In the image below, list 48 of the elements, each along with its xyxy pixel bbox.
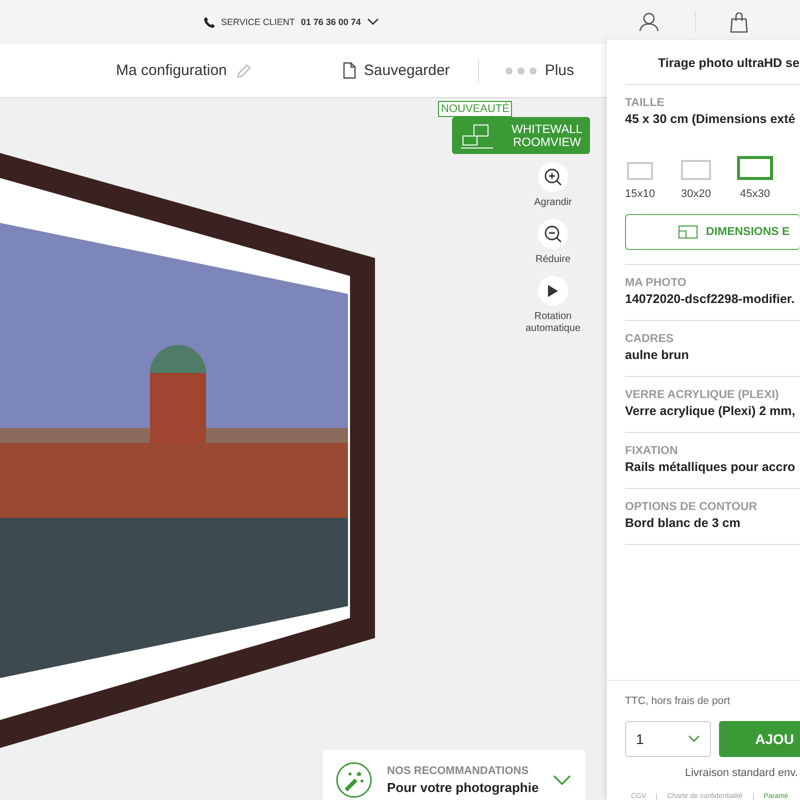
add-to-cart-button[interactable]: AJOU — [719, 721, 800, 757]
play-icon — [548, 285, 558, 297]
document-icon — [342, 62, 356, 79]
section-label: CADRES — [625, 333, 675, 345]
quantity-select[interactable]: 1 — [625, 721, 712, 757]
more-button[interactable]: Plus — [504, 62, 574, 79]
zoom-out-icon — [544, 225, 562, 243]
chevron-down-icon[interactable] — [366, 18, 379, 26]
recommendations-title: NOS RECOMMANDATIONS — [387, 765, 530, 777]
chevron-down-icon — [688, 735, 700, 743]
section-value: Rails métalliques pour accro — [625, 460, 796, 474]
service-label: SERVICE CLIENT — [221, 17, 295, 27]
new-badge: NOUVEAUTÉ — [438, 101, 512, 117]
dimensions-icon — [678, 225, 698, 239]
price-note: TTC, hors frais de port — [625, 695, 732, 707]
section-value: Bord blanc de 3 cm — [625, 516, 742, 530]
zoom-in-button[interactable] — [538, 162, 568, 192]
section-label: TAILLE — [625, 97, 666, 109]
product-title: Tirage photo ultraHD se — [625, 40, 800, 85]
magic-wand-icon — [335, 761, 373, 799]
section-label: VERRE ACRYLIQUE (PLEXI) — [625, 389, 780, 401]
section-value: 45 x 30 cm (Dimensions exté — [625, 112, 796, 126]
room-icon — [460, 122, 494, 148]
play-button[interactable] — [538, 276, 568, 306]
custom-size-button[interactable]: DIMENSIONS E — [625, 214, 800, 250]
control-label: Rotation automatique — [524, 311, 582, 335]
section-label: MA PHOTO — [625, 277, 688, 289]
save-button[interactable]: Sauvegarder — [342, 62, 450, 79]
delivery-note: Livraison standard env. — [685, 767, 799, 779]
dots-icon — [504, 66, 537, 74]
section-label: FIXATION — [625, 445, 679, 457]
section-label: OPTIONS DE CONTOUR — [625, 501, 758, 513]
service-phone: 01 76 36 00 74 — [300, 17, 361, 27]
section-value: aulne brun — [625, 348, 690, 362]
recommendations-card[interactable]: NOS RECOMMANDATIONS Pour votre photographie — [323, 750, 585, 800]
roomview-button[interactable]: WHITEWALL ROOMVIEW — [452, 117, 590, 154]
shopping-bag-icon[interactable] — [730, 12, 748, 32]
section-value: Verre acrylique (Plexi) 2 mm, — [625, 404, 796, 418]
user-icon[interactable] — [639, 12, 659, 32]
size-option[interactable]: 15x10 — [625, 162, 655, 200]
zoom-in-icon — [544, 168, 562, 186]
section-value: 14072020-dscf2298-modifier. — [625, 292, 796, 306]
zoom-out-button[interactable] — [538, 219, 568, 249]
phone-icon — [204, 16, 215, 28]
control-label: Agrandir — [534, 197, 572, 209]
control-label: Réduire — [535, 254, 571, 266]
configuration-title: Ma configuration — [116, 62, 227, 79]
recommendations-subtitle: Pour votre photographie — [387, 780, 539, 795]
